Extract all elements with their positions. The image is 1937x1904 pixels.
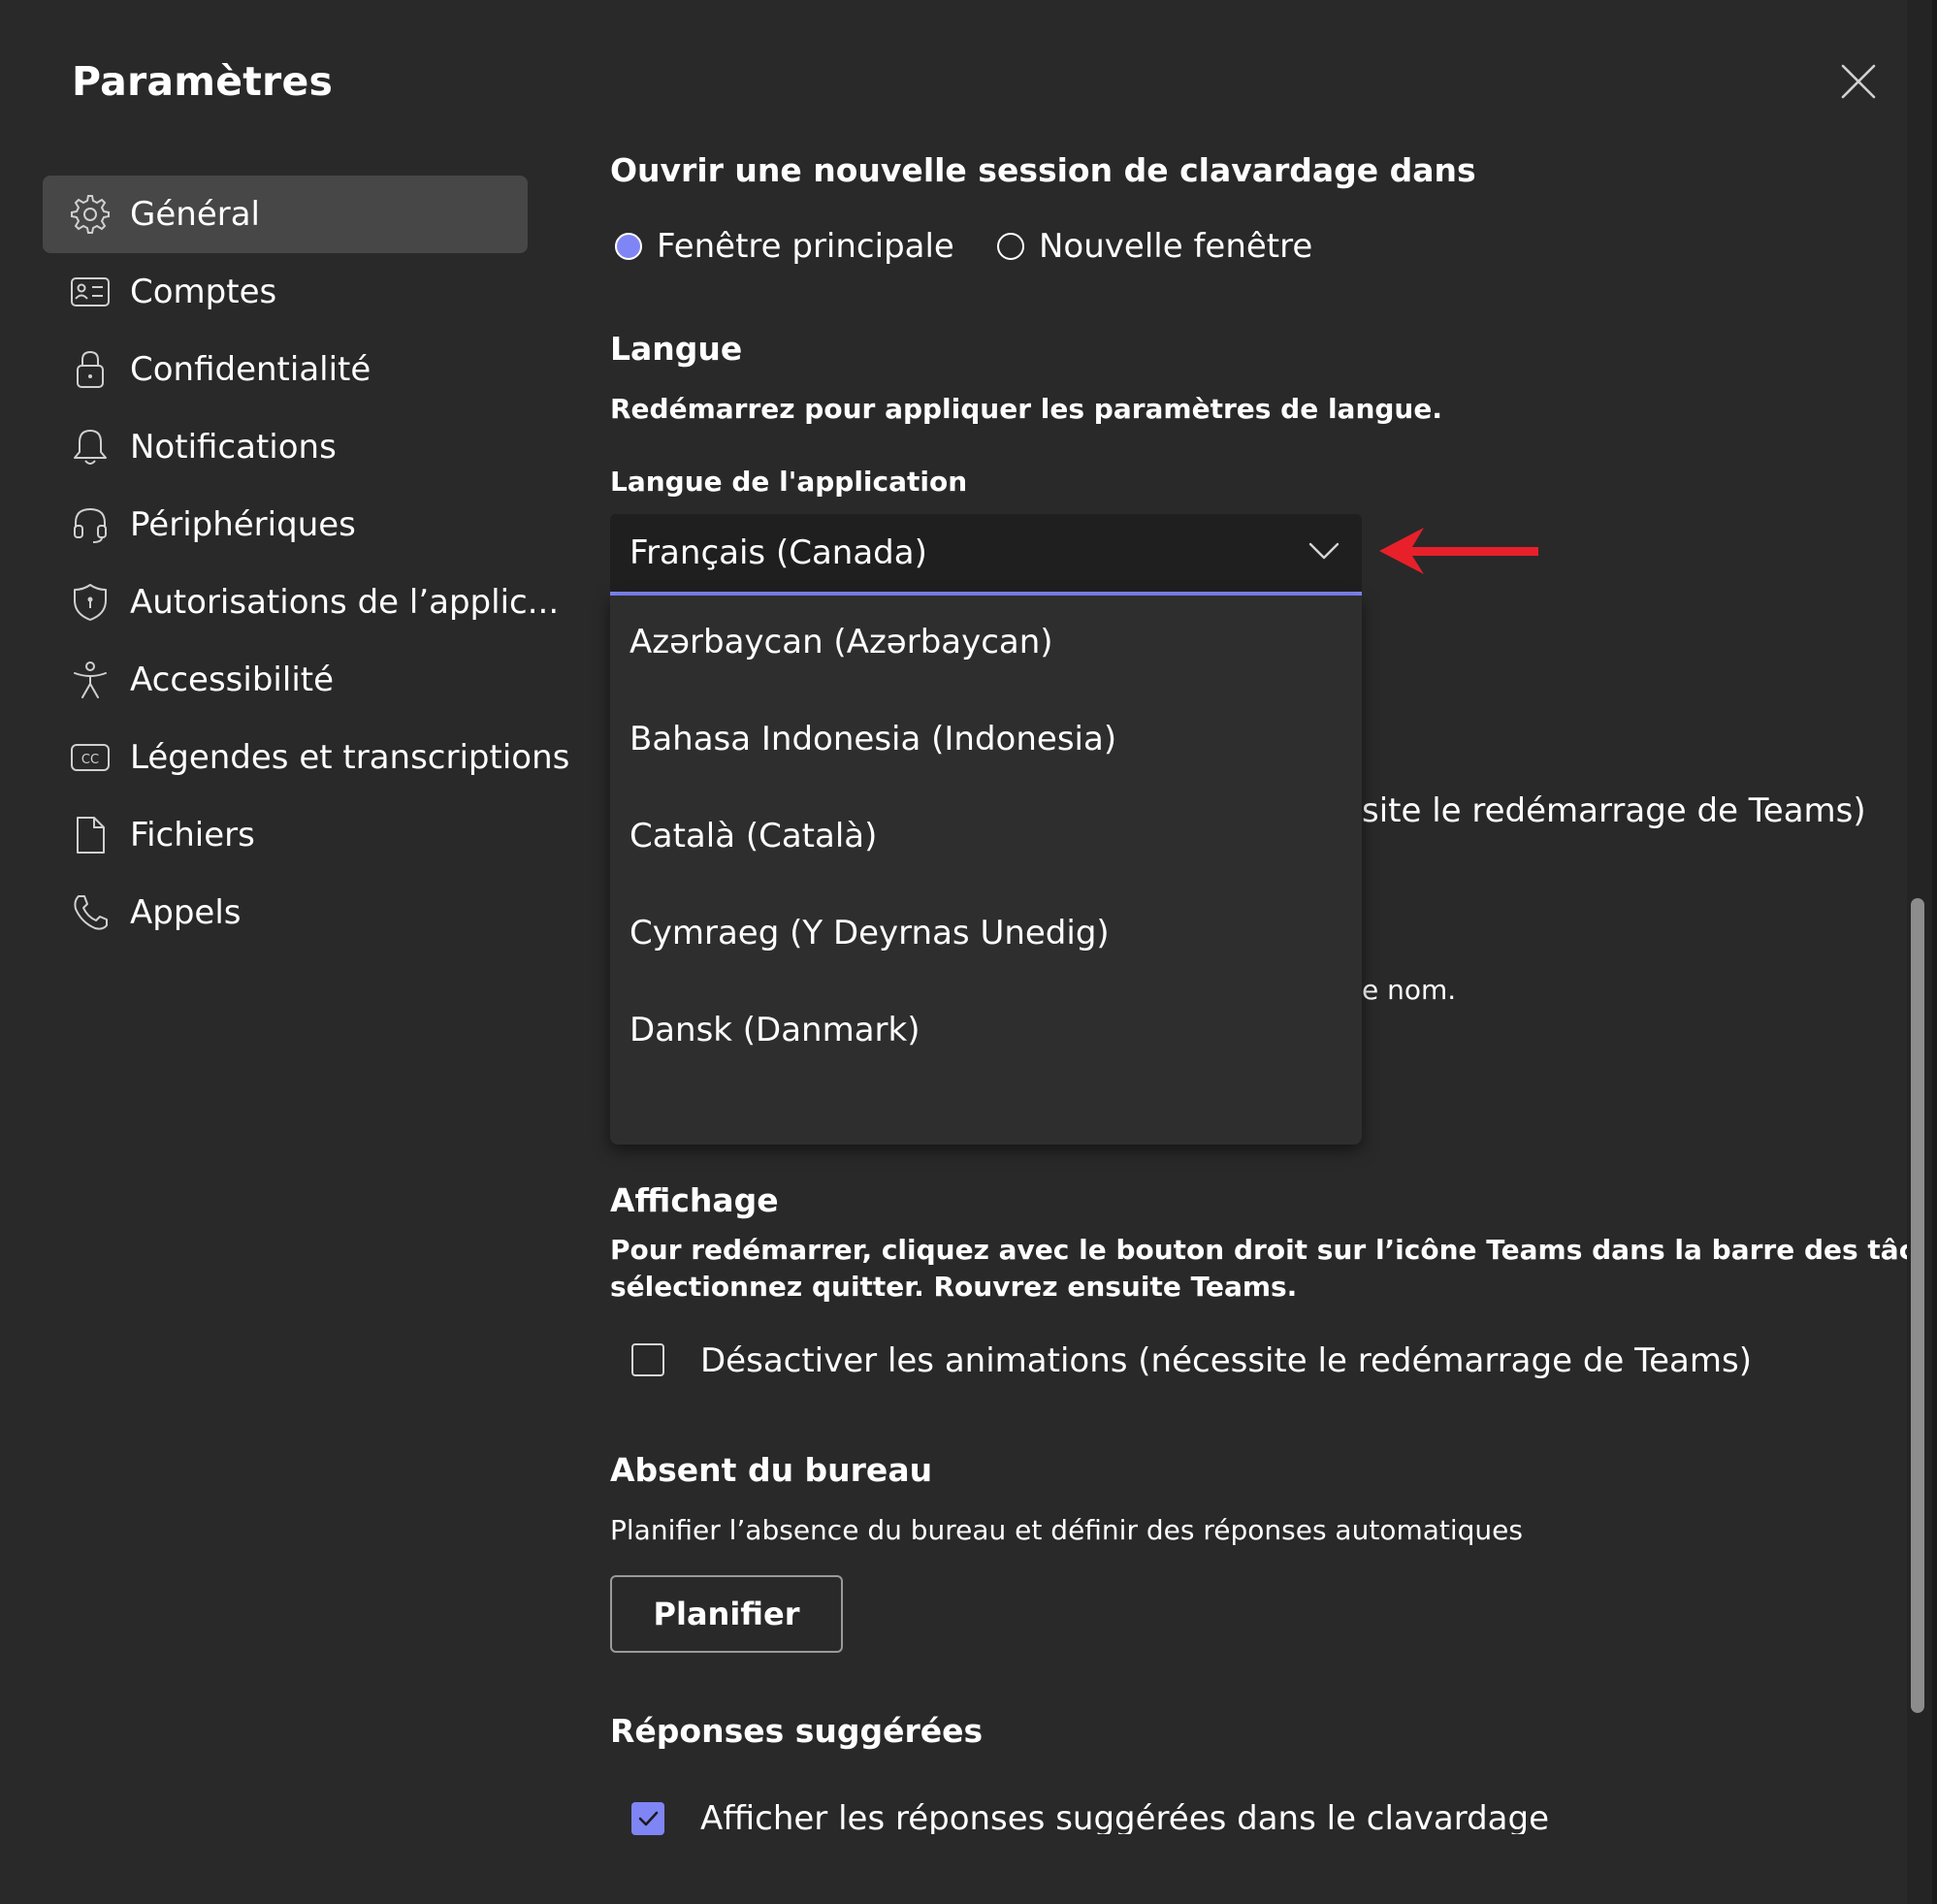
window-edge <box>1932 0 1937 1904</box>
svg-text:CC: CC <box>81 753 99 767</box>
sidebar-item-label: Notifications <box>130 428 337 467</box>
schedule-button[interactable]: Planifier <box>610 1575 843 1653</box>
sidebar-item-label: Confidentialité <box>130 350 371 389</box>
sidebar-item-label: Général <box>130 195 260 234</box>
hidden-setting-fragment: site le redémarrage de Teams) <box>1362 791 1866 830</box>
radio-label: Nouvelle fenêtre <box>1039 227 1313 266</box>
dropdown-option[interactable]: Azərbaycan (Azərbaycan) <box>610 596 1362 693</box>
hidden-setting-fragment-2: e nom. <box>1362 974 1457 1006</box>
disable-animations-label: Désactiver les animations (nécessite le … <box>700 1341 1752 1380</box>
sidebar-nav: Général Comptes Confidentialité Notifica… <box>43 176 569 952</box>
dropdown-option-label: Azərbaycan (Azərbaycan) <box>630 623 1053 662</box>
radio-main-window[interactable]: Fenêtre principale <box>615 227 954 266</box>
dropdown-option[interactable]: Bahasa Indonesia (Indonesia) <box>610 693 1362 790</box>
disable-animations-checkbox[interactable] <box>631 1343 664 1376</box>
dropdown-option-label: Bahasa Indonesia (Indonesia) <box>630 720 1117 758</box>
sidebar-item-app-permissions[interactable]: Autorisations de l’applic... <box>43 564 559 641</box>
suggested-replies-label: Afficher les réponses suggérées dans le … <box>700 1799 1550 1834</box>
sidebar-item-label: Appels <box>130 893 242 932</box>
dropdown-option-label: Català (Català) <box>630 817 878 855</box>
dropdown-option-label: Dansk (Danmark) <box>630 1011 920 1049</box>
language-dropdown-list: Azərbaycan (Azərbaycan) Bahasa Indonesia… <box>610 596 1362 1145</box>
language-restart-note: Redémarrez pour appliquer les paramètres… <box>610 393 1442 425</box>
sidebar-item-captions[interactable]: CC Légendes et transcriptions <box>43 719 569 796</box>
chat-session-title: Ouvrir une nouvelle session de clavardag… <box>610 151 1476 189</box>
accessibility-icon <box>74 662 107 698</box>
sidebar-item-calls[interactable]: Appels <box>43 874 528 952</box>
dropdown-option[interactable]: Cymraeg (Y Deyrnas Unedig) <box>610 887 1362 984</box>
sidebar-item-devices[interactable]: Périphériques <box>43 486 528 564</box>
phone-icon <box>74 895 108 930</box>
sidebar-item-accounts[interactable]: Comptes <box>43 253 528 331</box>
settings-dialog: Paramètres Général Comptes Confidentiali… <box>0 0 1937 1904</box>
close-button[interactable] <box>1837 60 1880 103</box>
red-arrow-annotation <box>1379 528 1538 574</box>
checkmark-icon <box>638 1811 659 1826</box>
sidebar-item-label: Légendes et transcriptions <box>130 738 570 777</box>
sidebar-item-files[interactable]: Fichiers <box>43 796 528 874</box>
page-title: Paramètres <box>72 58 334 105</box>
out-of-office-title: Absent du bureau <box>610 1451 933 1489</box>
dropdown-option[interactable]: Dansk (Danmark) <box>610 984 1362 1081</box>
id-card-icon <box>71 277 110 307</box>
app-language-value: Français (Canada) <box>630 533 927 572</box>
lock-icon <box>77 350 104 388</box>
app-language-label: Langue de l'application <box>610 466 968 498</box>
radio-indicator <box>997 233 1024 260</box>
headset-icon <box>74 507 107 543</box>
dropdown-option-cut-off <box>630 1112 979 1117</box>
document-icon <box>77 817 105 854</box>
sidebar-item-notifications[interactable]: Notifications <box>43 408 528 486</box>
sidebar-item-privacy[interactable]: Confidentialité <box>43 331 528 408</box>
sidebar-item-label: Comptes <box>130 273 277 311</box>
shield-icon <box>74 584 107 621</box>
gear-icon <box>71 195 110 234</box>
cc-icon: CC <box>71 744 110 771</box>
dropdown-option[interactable]: Català (Català) <box>610 790 1362 887</box>
out-of-office-description: Planifier l’absence du bureau et définir… <box>610 1514 1523 1546</box>
dropdown-option-label: Cymraeg (Y Deyrnas Unedig) <box>630 914 1110 952</box>
dropdown-option-partial[interactable] <box>610 1112 1362 1145</box>
radio-new-window[interactable]: Nouvelle fenêtre <box>997 227 1313 266</box>
display-note-line2: sélectionnez quitter. Rouvrez ensuite Te… <box>610 1271 1298 1303</box>
suggested-replies-checkbox[interactable] <box>631 1802 664 1835</box>
suggested-replies-title: Réponses suggérées <box>610 1712 984 1750</box>
sidebar-item-label: Périphériques <box>130 505 356 544</box>
bell-icon <box>74 430 107 465</box>
chevron-down-icon <box>1308 542 1340 560</box>
sidebar-item-accessibility[interactable]: Accessibilité <box>43 641 528 719</box>
display-title: Affichage <box>610 1181 779 1219</box>
sidebar-item-label: Accessibilité <box>130 661 335 699</box>
close-icon <box>1841 64 1876 99</box>
sidebar-item-general[interactable]: Général <box>43 176 528 253</box>
sidebar-item-label: Autorisations de l’applic... <box>130 583 560 622</box>
radio-indicator-selected <box>615 233 642 260</box>
radio-label: Fenêtre principale <box>657 227 954 266</box>
language-title: Langue <box>610 330 743 368</box>
scrollbar-thumb[interactable] <box>1911 898 1924 1713</box>
app-language-select[interactable]: Français (Canada) <box>610 514 1362 596</box>
display-note-line1: Pour redémarrer, cliquez avec le bouton … <box>610 1234 1937 1266</box>
sidebar-item-label: Fichiers <box>130 816 255 855</box>
